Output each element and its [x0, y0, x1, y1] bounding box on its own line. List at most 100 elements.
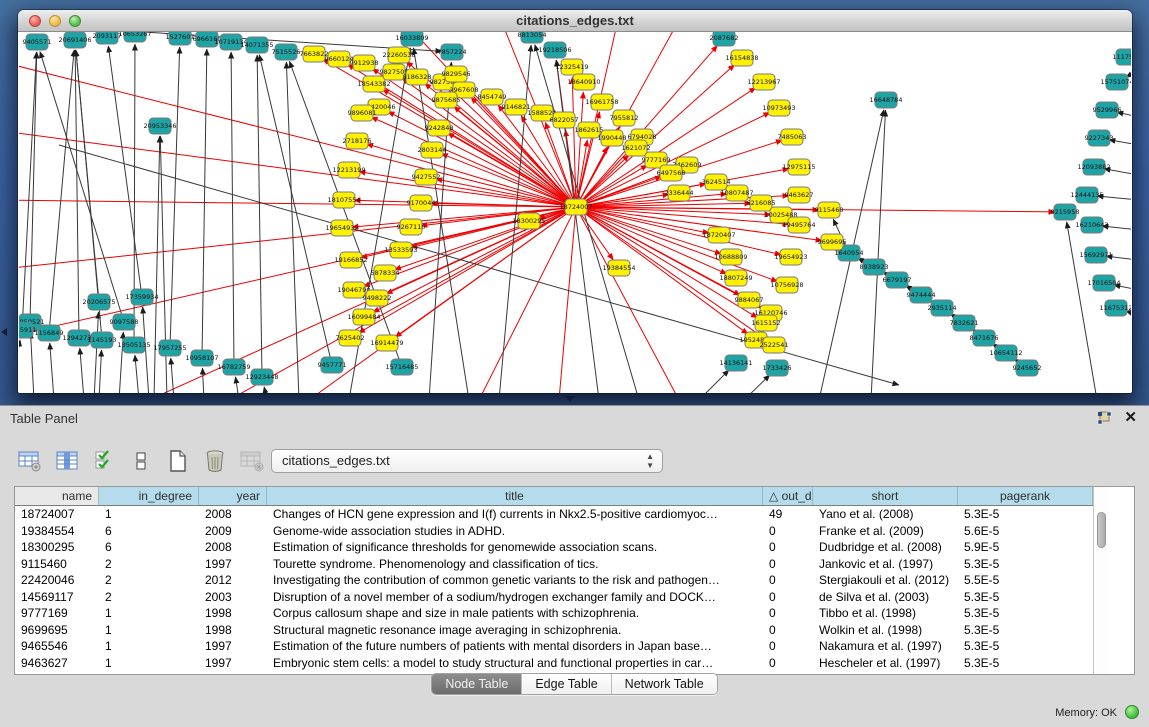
tab-node-table[interactable]: Node Table [432, 674, 521, 694]
svg-text:19495764: 19495764 [782, 221, 815, 229]
tab-edge-table[interactable]: Edge Table [521, 674, 610, 694]
svg-text:12975115: 12975115 [782, 163, 815, 171]
svg-text:10973493: 10973493 [762, 104, 795, 112]
table-cell: 18724007 [15, 506, 99, 523]
svg-text:16154838: 16154838 [725, 54, 758, 62]
table-cell: 5.3E-5 [958, 556, 1093, 573]
table-cell: Estimation of significance thresholds fo… [267, 539, 763, 556]
svg-text:12444135: 12444135 [1070, 191, 1103, 199]
table-cell: 9465546 [15, 638, 99, 655]
table-cell: Hescheler et al. (1997) [813, 655, 958, 672]
svg-text:8813054: 8813054 [518, 32, 547, 39]
svg-text:9405571: 9405571 [23, 38, 52, 46]
table-cell: Tibbo et al. (1998) [813, 605, 958, 622]
row-height-icon[interactable] [127, 448, 154, 475]
table-selector-dropdown[interactable]: citations_edges.txt ▲▼ [271, 449, 663, 473]
table-cell: de Silva et al. (2003) [813, 589, 958, 606]
table-cell: Tourette syndrome. Phenomenology and cla… [267, 556, 763, 573]
table-cell: 5.3E-5 [958, 638, 1093, 655]
svg-text:16782759: 16782759 [217, 363, 250, 371]
window-titlebar[interactable]: citations_edges.txt [18, 10, 1132, 32]
column-header-out_de[interactable]: △ out_de… [763, 487, 813, 505]
table-row[interactable]: 946362711997Embryonic stem cells: a mode… [15, 655, 1093, 672]
table-cell: 5.5E-5 [958, 572, 1093, 589]
splitter-handle-icon[interactable] [565, 396, 575, 402]
table-cell: 0 [763, 622, 813, 639]
svg-text:22260538: 22260538 [382, 51, 415, 59]
nodes-layer: 9405571206914062093117106532671527607696… [19, 32, 1131, 385]
network-canvas[interactable]: 9405571206914062093117106532671527607696… [19, 32, 1131, 393]
svg-text:5878334: 5878334 [371, 269, 400, 277]
svg-text:9777169: 9777169 [642, 156, 671, 164]
table-cell: Wolkin et al. (1998) [813, 622, 958, 639]
svg-text:9427552: 9427552 [412, 173, 441, 181]
close-panel-icon[interactable]: ✕ [1124, 410, 1137, 426]
svg-text:9245652: 9245652 [1013, 364, 1042, 372]
table-row[interactable]: 1872400712008Changes of HCN gene express… [15, 506, 1093, 523]
table-settings-icon[interactable] [16, 448, 43, 475]
table-cell: 6 [99, 539, 199, 556]
column-header-short[interactable]: short [813, 487, 958, 505]
svg-text:15751074: 15751074 [1100, 78, 1131, 86]
table-scrollbar[interactable] [1093, 487, 1108, 674]
svg-text:9474444: 9474444 [907, 291, 936, 299]
svg-text:7832621: 7832621 [950, 319, 979, 327]
svg-text:8454749: 8454749 [478, 93, 507, 101]
table-row[interactable]: 969969511998Structural magnetic resonanc… [15, 622, 1093, 639]
table-cell: 14569117 [15, 589, 99, 606]
svg-text:7625402: 7625402 [336, 334, 365, 342]
table-row[interactable]: 977716911998Corpus callosum shape and si… [15, 605, 1093, 622]
new-table-icon[interactable] [164, 448, 191, 475]
collapse-panel-arrow-icon[interactable] [1, 328, 7, 336]
svg-text:9875685: 9875685 [432, 96, 461, 104]
show-columns-icon[interactable] [53, 448, 80, 475]
table-type-tabbar: Node TableEdge TableNetwork Table [0, 673, 1149, 695]
select-rows-icon[interactable] [90, 448, 117, 475]
column-header-pagerank[interactable]: pagerank [958, 487, 1093, 505]
dropdown-stepper-icon: ▲▼ [646, 452, 654, 470]
svg-text:9146821: 9146821 [502, 103, 531, 111]
table-row[interactable]: 1938455462009Genome-wide association stu… [15, 523, 1093, 540]
float-window-icon[interactable] [1097, 411, 1112, 425]
column-header-year[interactable]: year [199, 487, 267, 505]
column-header-name[interactable]: name [15, 487, 99, 505]
table-cell: 5.9E-5 [958, 539, 1093, 556]
table-row[interactable]: 1830029562008Estimation of significance … [15, 539, 1093, 556]
column-header-in_degree[interactable]: in_degree [99, 487, 199, 505]
svg-text:1117534: 1117534 [1113, 53, 1131, 61]
svg-text:12213199: 12213199 [332, 166, 365, 174]
svg-text:10756928: 10756928 [770, 281, 803, 289]
svg-text:9227343: 9227343 [1085, 134, 1114, 142]
table-cell: 2012 [199, 572, 267, 589]
table-row[interactable]: 946554611997Estimation of the future num… [15, 638, 1093, 655]
table-cell: 9463627 [15, 655, 99, 672]
scrollbar-thumb[interactable] [1097, 512, 1106, 548]
column-header-title[interactable]: title [267, 487, 763, 505]
svg-text:6822057: 6822057 [550, 116, 579, 124]
svg-text:18640910: 18640910 [567, 78, 600, 86]
tab-network-table[interactable]: Network Table [611, 674, 717, 694]
svg-text:6216085: 6216085 [747, 199, 776, 207]
svg-text:2803144: 2803144 [418, 146, 447, 154]
table-cell: 2 [99, 589, 199, 606]
desktop-background: 9405571206914062093117106532671527607696… [0, 0, 1149, 405]
table-row[interactable]: 911546021997Tourette syndrome. Phenomeno… [15, 556, 1093, 573]
memory-status-label: Memory: OK [1055, 707, 1117, 719]
svg-text:6497568: 6497568 [657, 169, 686, 177]
table-cell: 0 [763, 523, 813, 540]
table-row[interactable]: 2242004622012Investigating the contribut… [15, 572, 1093, 589]
svg-text:12923448: 12923448 [245, 373, 278, 381]
svg-text:1156849: 1156849 [35, 329, 64, 337]
delete-table-icon[interactable] [201, 448, 228, 475]
svg-text:6679197: 6679197 [883, 276, 912, 284]
table-cell: 18300295 [15, 539, 99, 556]
svg-text:1527607: 1527607 [166, 33, 195, 41]
table-row[interactable]: 1456911722003Disruption of a novel membe… [15, 589, 1093, 606]
table-cell: 0 [763, 589, 813, 606]
table-panel-title: Table Panel [10, 411, 78, 426]
table-cell: 1997 [199, 556, 267, 573]
svg-text:2087682: 2087682 [710, 34, 739, 42]
svg-text:20953346: 20953346 [143, 122, 176, 130]
svg-text:11675312: 11675312 [1099, 304, 1131, 312]
import-table-disabled-icon [238, 448, 265, 475]
